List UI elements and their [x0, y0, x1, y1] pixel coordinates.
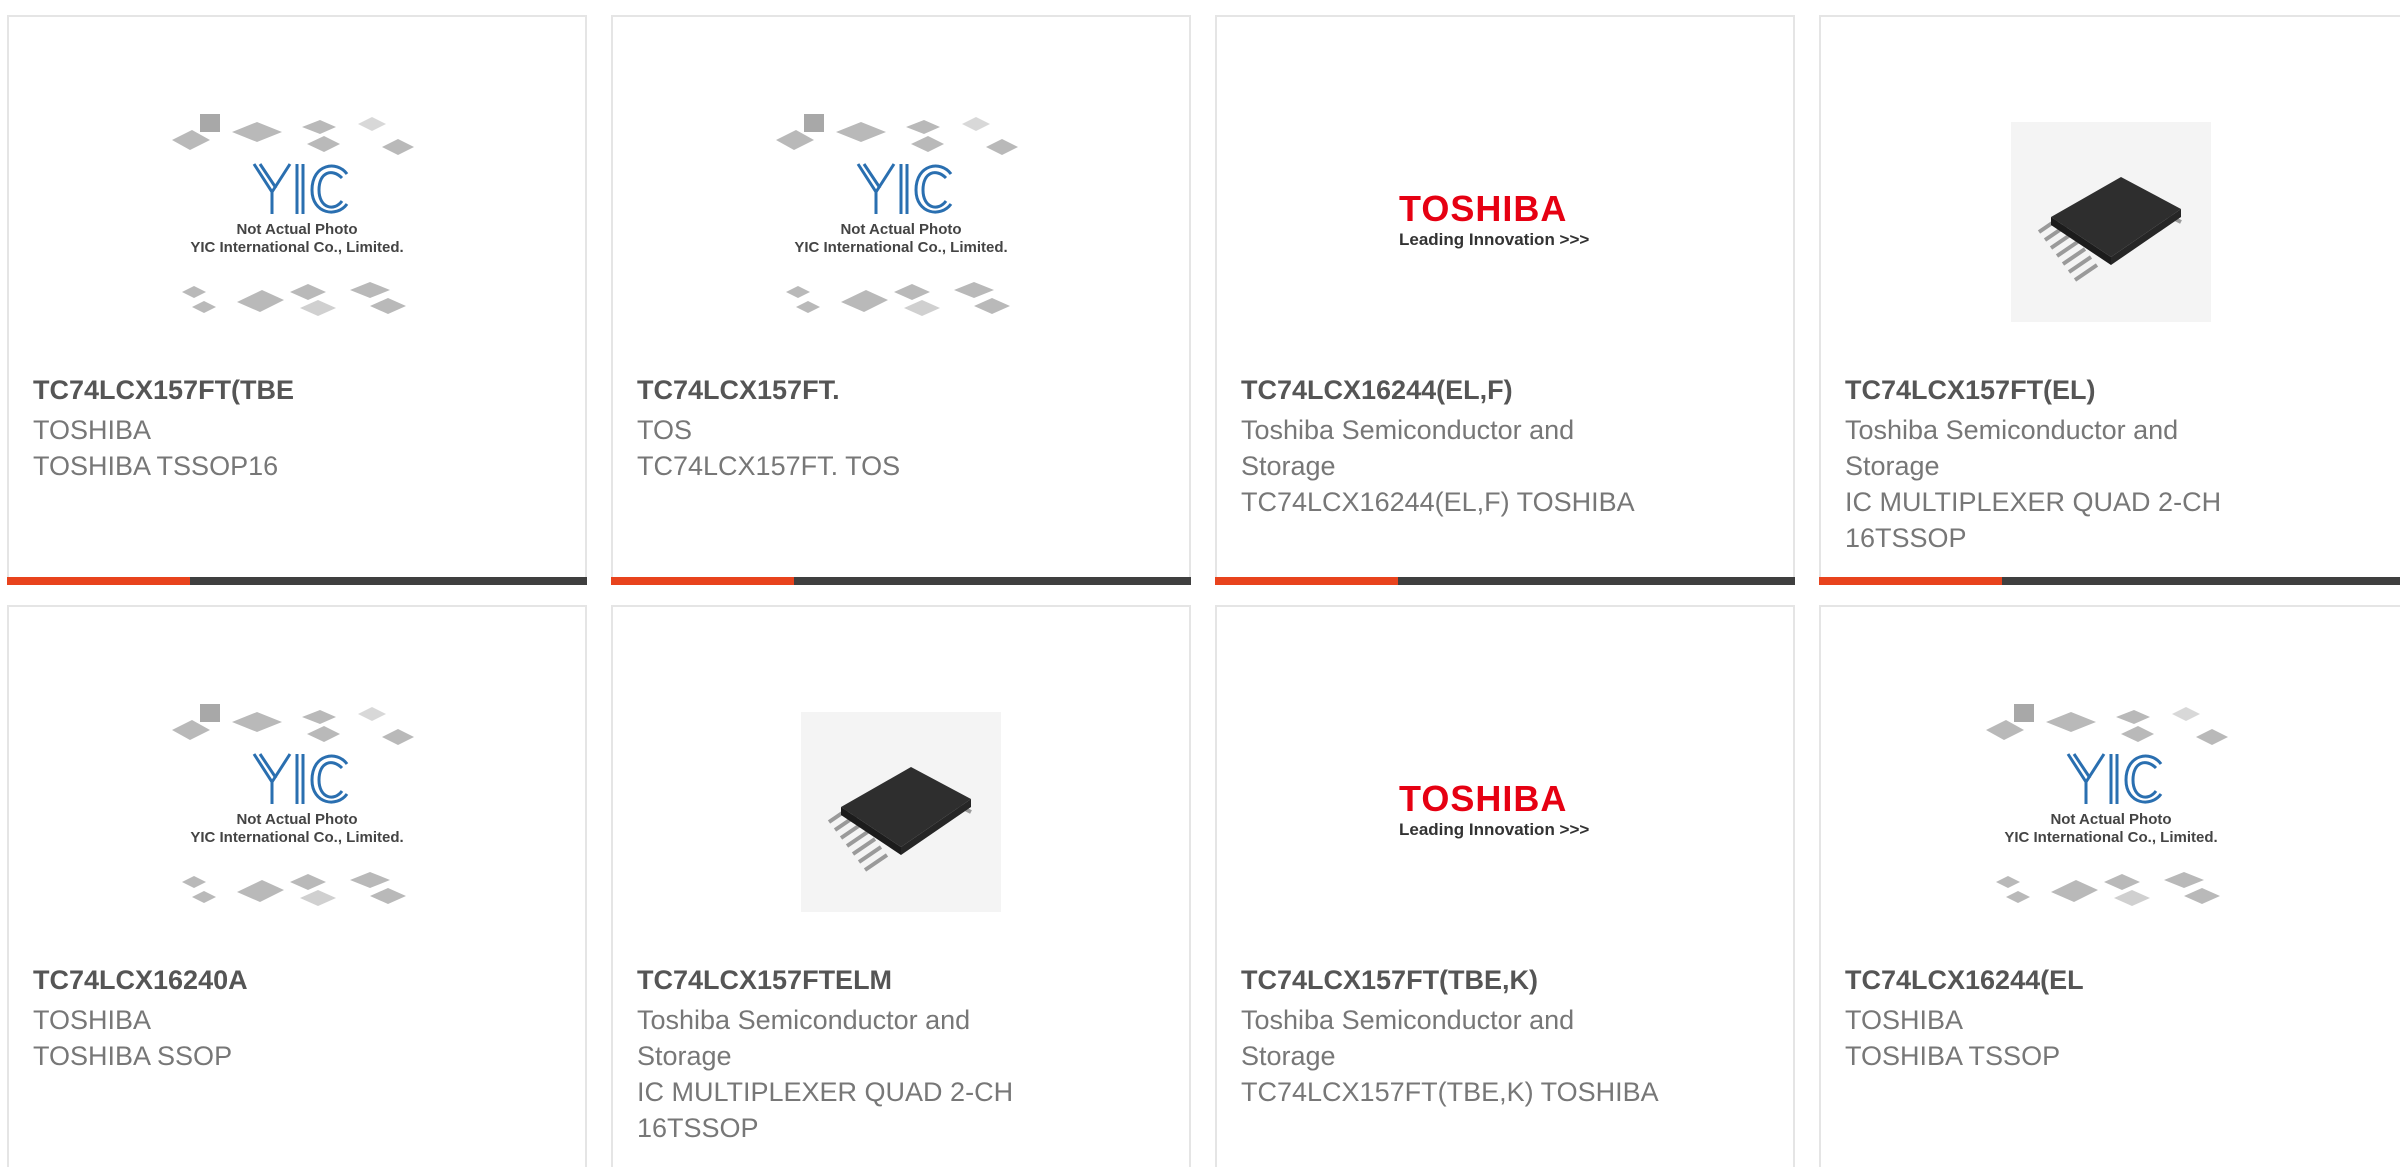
product-brand: Toshiba Semiconductor and Storage	[1241, 415, 1575, 481]
product-title[interactable]: TC74LCX157FTELM	[637, 965, 892, 996]
product-card[interactable]: TC74LCX157FT(EL) Toshiba Semiconductor a…	[1819, 15, 2400, 585]
product-title[interactable]: TC74LCX16244(EL	[1845, 965, 2084, 996]
product-brand: Toshiba Semiconductor and Storage	[1241, 1005, 1575, 1071]
product-description: TOSHIBA SSOP	[33, 1041, 233, 1071]
product-card[interactable]: Not Actual Photo YIC International Co., …	[7, 15, 587, 585]
chip-photo	[2010, 122, 2211, 322]
product-title[interactable]: TC74LCX157FT(TBE,K)	[1241, 965, 1538, 996]
card-bottom-bar	[611, 577, 1191, 585]
toshiba-logo-text: TOSHIBA	[1399, 188, 1567, 229]
product-description: IC MULTIPLEXER QUAD 2-CH 16TSSOP	[1845, 487, 2222, 553]
product-brand: Toshiba Semiconductor and Storage	[637, 1005, 971, 1071]
product-description: TC74LCX157FT(TBE,K) TOSHIBA	[1241, 1077, 1659, 1107]
product-description: TC74LCX157FT. TOS	[637, 451, 901, 481]
yic-caption-line2: YIC International Co., Limited.	[794, 239, 1007, 256]
product-description: IC MULTIPLEXER QUAD 2-CH 16TSSOP	[637, 1077, 1014, 1143]
yic-placeholder-image: Not Actual Photo YIC International Co., …	[1985, 704, 2228, 906]
product-image[interactable]: TOSHIBA Leading Innovation >>>	[1217, 77, 1793, 367]
toshiba-logo-text: TOSHIBA	[1399, 778, 1567, 819]
yic-caption-line1: Not Actual Photo	[840, 221, 961, 238]
yic-caption-line1: Not Actual Photo	[2050, 811, 2171, 828]
product-card[interactable]: TOSHIBA Leading Innovation >>> TC74LCX16…	[1215, 15, 1795, 585]
product-title[interactable]: TC74LCX157FT(EL)	[1845, 375, 2096, 406]
yic-placeholder-image: Not Actual Photo YIC International Co., …	[172, 704, 414, 906]
yic-placeholder-image: Not Actual Photo YIC International Co., …	[172, 114, 414, 316]
yic-caption-line2: YIC International Co., Limited.	[2004, 829, 2217, 846]
yic-caption-line2: YIC International Co., Limited.	[190, 829, 403, 846]
product-image[interactable]: Not Actual Photo YIC International Co., …	[9, 77, 585, 367]
product-image[interactable]	[1821, 77, 2400, 367]
product-image[interactable]	[613, 667, 1189, 957]
product-title[interactable]: TC74LCX16244(EL,F)	[1241, 375, 1513, 406]
product-brand: TOS	[637, 415, 693, 445]
product-description: TOSHIBA TSSOP16	[33, 451, 279, 481]
product-brand: TOSHIBA	[1845, 1005, 1964, 1035]
product-grid: Not Actual Photo YIC International Co., …	[0, 0, 2400, 1167]
product-card[interactable]: Not Actual Photo YIC International Co., …	[7, 605, 587, 1167]
toshiba-tagline: Leading Innovation >>>	[1399, 230, 1589, 249]
card-bottom-bar	[7, 577, 587, 585]
product-image[interactable]: Not Actual Photo YIC International Co., …	[9, 667, 585, 957]
card-bottom-bar	[1215, 577, 1795, 585]
product-description: TOSHIBA TSSOP	[1845, 1041, 2061, 1071]
product-brand: Toshiba Semiconductor and Storage	[1845, 415, 2179, 481]
product-description: TC74LCX16244(EL,F) TOSHIBA	[1241, 487, 1635, 517]
tssop-chip-icon	[827, 767, 972, 872]
product-card[interactable]: TOSHIBA Leading Innovation >>> TC74LCX15…	[1215, 605, 1795, 1167]
product-image[interactable]: TOSHIBA Leading Innovation >>>	[1217, 667, 1793, 957]
toshiba-tagline: Leading Innovation >>>	[1399, 820, 1589, 839]
product-brand: TOSHIBA	[33, 1005, 152, 1035]
yic-caption-line2: YIC International Co., Limited.	[190, 239, 403, 256]
product-title[interactable]: TC74LCX157FT(TBE	[33, 375, 294, 406]
toshiba-logo-image: TOSHIBA Leading Innovation >>>	[1399, 188, 1589, 249]
yic-caption-line1: Not Actual Photo	[236, 221, 357, 238]
product-image[interactable]: Not Actual Photo YIC International Co., …	[613, 77, 1189, 367]
card-bottom-bar	[1819, 577, 2400, 585]
product-card[interactable]: Not Actual Photo YIC International Co., …	[1819, 605, 2400, 1167]
product-card[interactable]: TC74LCX157FTELM Toshiba Semiconductor an…	[611, 605, 1191, 1167]
product-title[interactable]: TC74LCX16240A	[33, 965, 248, 996]
product-brand: TOSHIBA	[33, 415, 152, 445]
toshiba-logo-image: TOSHIBA Leading Innovation >>>	[1399, 778, 1589, 839]
chip-photo	[801, 712, 1001, 912]
product-card[interactable]: Not Actual Photo YIC International Co., …	[611, 15, 1191, 585]
yic-caption-line1: Not Actual Photo	[236, 811, 357, 828]
yic-placeholder-image: Not Actual Photo YIC International Co., …	[776, 114, 1018, 316]
product-title[interactable]: TC74LCX157FT.	[637, 375, 840, 406]
product-image[interactable]: Not Actual Photo YIC International Co., …	[1821, 667, 2400, 957]
tssop-chip-icon	[2037, 177, 2182, 282]
